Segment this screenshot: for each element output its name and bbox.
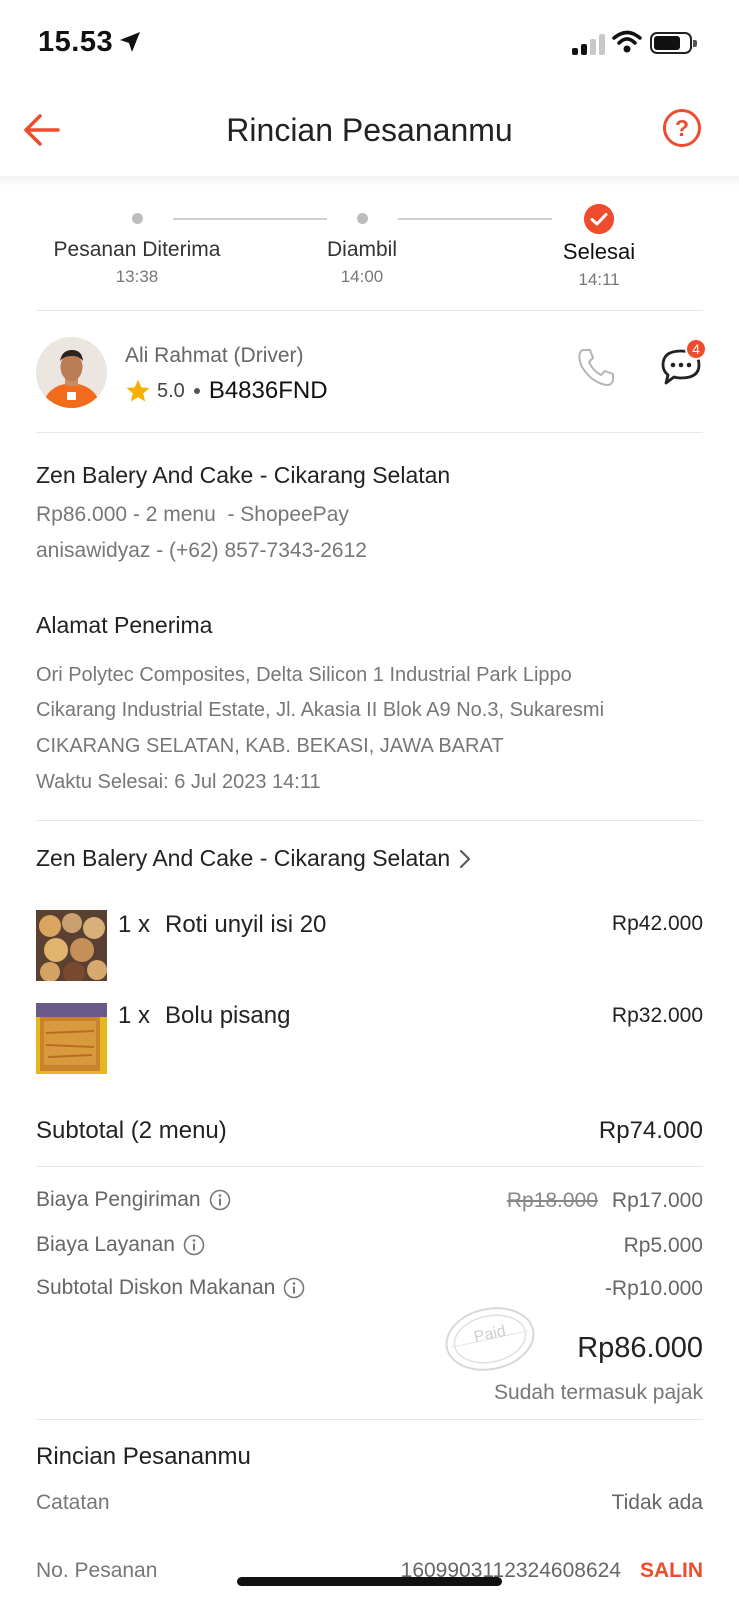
driver-avatar[interactable] [36,337,107,408]
service-fee-value: Rp5.000 [623,1234,703,1257]
address-heading: Alamat Penerima [36,612,213,638]
chevron-right-icon [460,849,471,868]
divider [36,1419,703,1420]
wifi-icon [612,30,642,53]
battery-icon [650,32,697,54]
step-dot [357,213,368,224]
separator-dot [193,388,200,394]
step-picked-up: Diambil 14:00 [242,238,482,287]
step-time: 14:00 [340,267,384,286]
item-image[interactable] [36,910,107,981]
address-line: Cikarang Industrial Estate, Jl. Akasia I… [36,699,605,721]
address-line: Ori Polytec Composites, Delta Silicon 1 … [36,664,572,686]
store-link[interactable]: Zen Balery And Cake - Cikarang Selatan [36,845,474,872]
divider [36,820,703,821]
food-discount-label: Subtotal Diskon Makanan [36,1276,276,1299]
home-indicator[interactable] [237,1577,502,1586]
step-label: Selesai [562,239,636,264]
order-info: Rp86.000 - 2 menu - ShopeePay [36,503,349,526]
address-line: CIKARANG SELATAN, KAB. BEKASI, JAWA BARA… [36,735,504,757]
license-plate: B4836FND [208,377,328,404]
phone-icon[interactable] [574,345,618,389]
status-time: 15.53 [38,26,114,58]
unread-badge: 4 [685,338,707,360]
star-icon [126,379,150,402]
info-icon[interactable] [209,1189,231,1211]
original-delivery-fee: Rp18.000 [506,1189,598,1212]
completed-time: Waktu Selesai: 6 Jul 2023 14:11 [36,771,321,793]
step-label: Diambil [326,238,397,261]
divider [36,310,703,311]
service-fee-row: Biaya Layanan [36,1233,205,1257]
driver-name: Ali Rahmat (Driver) [125,344,304,367]
details-heading: Rincian Pesananmu [36,1443,251,1470]
check-circle-icon [584,204,614,234]
item-quantity: 1 x [118,1002,151,1029]
service-fee-label: Biaya Layanan [36,1233,175,1256]
step-completed: Selesai 14:11 [479,239,719,290]
item-quantity: 1 x [118,911,151,938]
step-time: 14:11 [578,270,620,289]
note-value: Tidak ada [611,1491,703,1514]
subtotal-label: Subtotal (2 menu) [36,1117,227,1144]
header-shadow [0,176,739,186]
tax-note: Sudah termasuk pajak [494,1381,703,1404]
divider [36,432,703,433]
order-progress-tracker: Pesanan Diterima 13:38 Diambil 14:00 Sel… [0,196,739,296]
item-price: Rp42.000 [611,912,703,935]
driver-card: Ali Rahmat (Driver) 5.0 B4836FND 4 [0,312,739,422]
subtotal-value: Rp74.000 [598,1117,703,1144]
info-icon[interactable] [283,1277,305,1299]
location-arrow-icon [120,32,140,52]
driver-rating: 5.0 [157,379,185,402]
delivery-fee-label: Biaya Pengiriman [36,1188,201,1211]
cellular-signal-icon [572,33,606,55]
help-icon[interactable]: ? [663,109,701,147]
food-discount-value: -Rp10.000 [604,1277,703,1300]
copy-button[interactable]: SALIN [640,1559,703,1583]
customer-contact: anisawidyaz - (+62) 857-7343-2612 [36,539,367,562]
note-label: Catatan [36,1491,110,1514]
paid-stamp: Paid [440,1302,540,1376]
step-time: 13:38 [115,267,159,286]
item-name: Bolu pisang [165,1002,291,1029]
page-title: Rincian Pesananmu [226,112,513,148]
item-price: Rp32.000 [611,1004,703,1027]
total-value: Rp86.000 [577,1332,703,1364]
step-label: Pesanan Diterima [53,238,221,261]
driver-meta: 5.0 B4836FND [125,376,328,406]
step-dot [132,213,143,224]
delivery-fee-value: Rp18.000 Rp17.000 [507,1189,703,1213]
delivery-fee-row: Biaya Pengiriman [36,1188,231,1212]
divider [36,1166,703,1167]
progress-line [398,218,552,220]
item-image[interactable] [36,1003,107,1074]
navigation-bar: Rincian Pesananmu ? [0,90,739,176]
store-name: Zen Balery And Cake - Cikarang Selatan [36,462,451,488]
order-number-label: No. Pesanan [36,1559,158,1582]
status-bar: 15.53 [0,0,739,90]
progress-line [173,218,327,220]
food-discount-row: Subtotal Diskon Makanan [36,1276,305,1300]
discounted-delivery-fee: Rp17.000 [611,1189,703,1212]
item-name: Roti unyil isi 20 [165,911,327,938]
info-icon[interactable] [183,1234,205,1256]
store-link-label: Zen Balery And Cake - Cikarang Selatan [36,845,451,871]
step-received: Pesanan Diterima 13:38 [17,238,257,287]
